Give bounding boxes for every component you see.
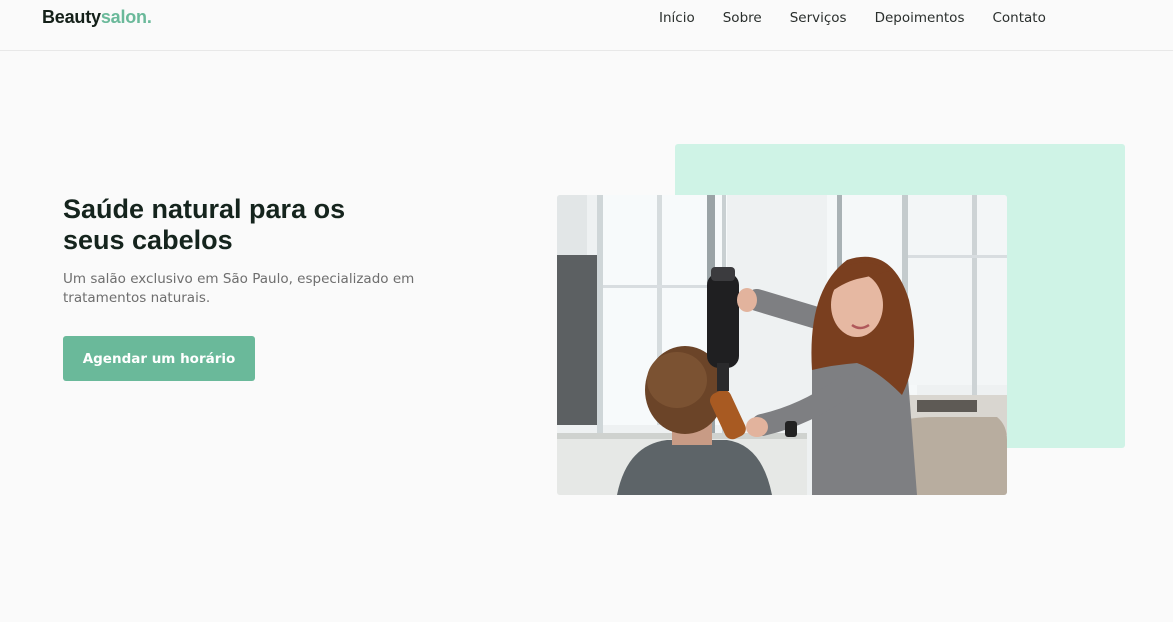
hero-image: [557, 195, 1007, 495]
nav-link-sobre[interactable]: Sobre: [723, 10, 762, 26]
hero-subtitle: Um salão exclusivo em São Paulo, especia…: [63, 271, 415, 306]
nav-link-depoimentos[interactable]: Depoimentos: [875, 10, 965, 26]
nav-link-servicos[interactable]: Serviços: [790, 10, 847, 26]
nav-link-contato[interactable]: Contato: [992, 10, 1045, 26]
navbar: Beautysalon. Início Sobre Serviços Depoi…: [0, 0, 1173, 51]
hero-title: Saúde natural para os seus cabelos: [63, 194, 346, 255]
main-nav: Início Sobre Serviços Depoimentos Contat…: [659, 10, 1074, 26]
salon-photo-illustration: [557, 195, 1007, 495]
logo[interactable]: Beautysalon.: [42, 7, 152, 28]
nav-link-inicio[interactable]: Início: [659, 10, 695, 26]
logo-suffix: salon.: [100, 7, 152, 27]
logo-brand: Beauty: [42, 7, 101, 27]
book-appointment-button[interactable]: Agendar um horário: [63, 336, 255, 381]
